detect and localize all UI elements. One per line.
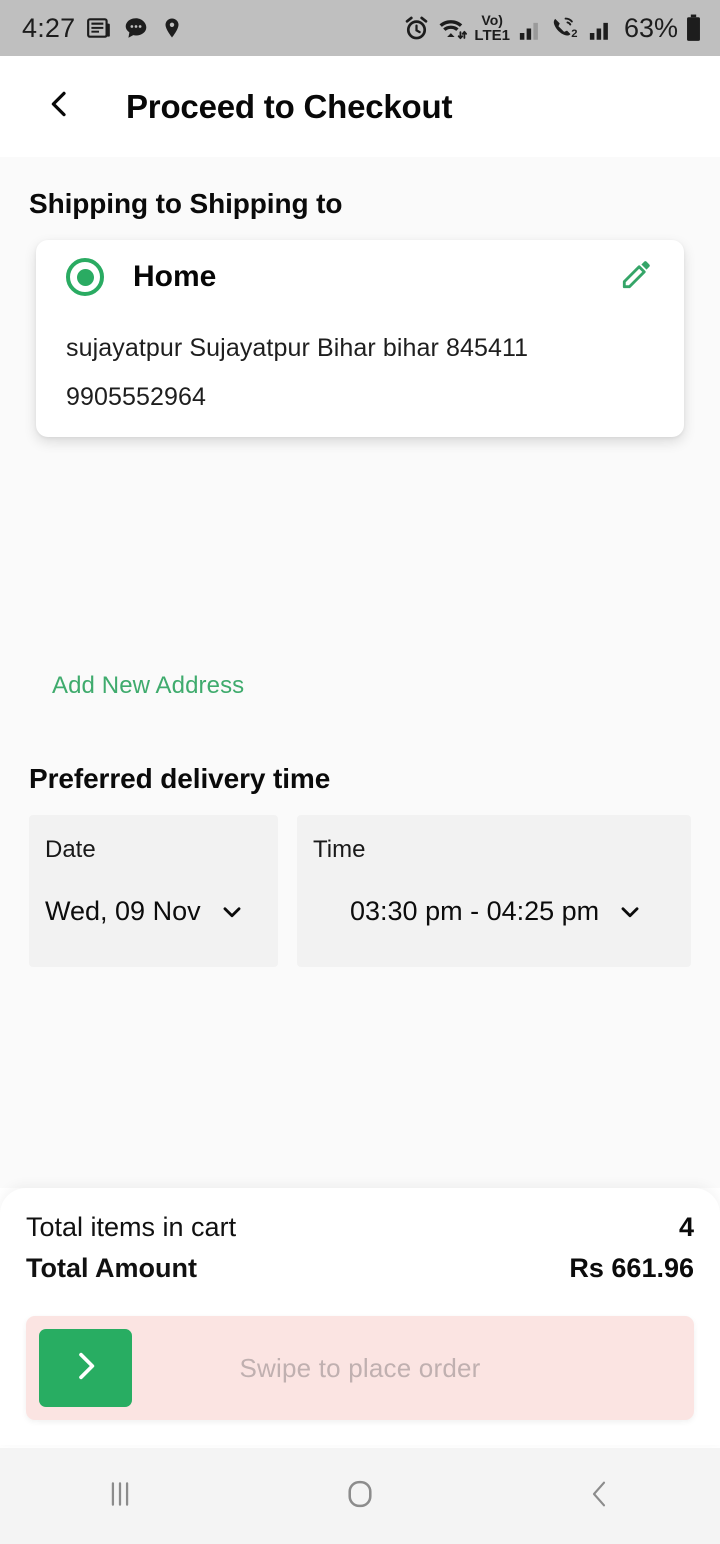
total-amount-value: Rs 661.96 [569, 1253, 694, 1283]
volte-label: Vo) [481, 12, 503, 28]
swipe-to-place-order[interactable]: Swipe to place order [26, 1316, 694, 1420]
status-bar-left: 4:27 [22, 13, 184, 44]
call-sim2-icon: 2 [550, 15, 580, 42]
battery-percent-label: 63% [623, 12, 678, 43]
svg-text:2: 2 [571, 27, 577, 39]
date-selector[interactable]: Date Wed, 09 Nov [29, 815, 278, 967]
time-value: 03:30 pm - 04:25 pm [350, 896, 600, 926]
time-selector[interactable]: Time 03:30 pm - 04:25 pm [297, 815, 691, 967]
chevron-right-icon [69, 1347, 103, 1390]
address-card-header: Home [36, 240, 684, 314]
chevron-down-icon[interactable] [219, 899, 245, 925]
add-new-address-link[interactable]: Add New Address [52, 672, 244, 700]
battery-icon [685, 14, 702, 42]
chevron-left-icon [44, 87, 74, 126]
alarm-icon [403, 15, 430, 42]
signal-bars-sim1-icon [517, 15, 543, 42]
news-icon [86, 15, 112, 41]
address-line-1: sujayatpur Sujayatpur Bihar bihar 845411 [66, 334, 529, 362]
time-caption: Time [313, 836, 366, 863]
total-items-row: Total items in cart 4 [26, 1212, 694, 1243]
date-caption: Date [45, 836, 96, 863]
wifi-icon [437, 15, 468, 42]
delivery-selectors: Date Wed, 09 Nov Time 03:30 pm - 04:25 p… [29, 815, 691, 967]
date-value-row: Wed, 09 Nov [45, 896, 245, 927]
back-button[interactable] [38, 86, 80, 128]
chevron-down-icon[interactable] [617, 899, 643, 925]
time-value-row: 03:30 pm - 04:25 pm [350, 896, 643, 927]
address-phone: 9905552964 [66, 383, 207, 411]
home-icon [341, 1475, 379, 1518]
order-summary-panel: Total items in cart 4 Total Amount Rs 66… [0, 1188, 720, 1445]
edit-address-button[interactable] [614, 255, 658, 299]
address-radio-selected-icon[interactable] [66, 258, 104, 296]
page-title: Proceed to Checkout [126, 87, 453, 125]
chat-bubble-icon [123, 15, 149, 41]
signal-bars-sim2-icon [587, 15, 613, 42]
address-card[interactable]: Home sujayatpur Sujayatpur Bihar bihar 8… [36, 240, 684, 437]
checkout-content: Shipping to Shipping to Home sujayatpur … [0, 157, 720, 1188]
date-value: Wed, 09 Nov [45, 896, 201, 926]
recents-icon [103, 1477, 137, 1516]
recents-button[interactable] [0, 1448, 240, 1544]
total-amount-row: Total Amount Rs 661.96 [26, 1253, 694, 1284]
status-bar-right: Vo) LTE1 2 63% [403, 13, 702, 44]
shipping-section-title: Shipping to Shipping to [29, 188, 343, 219]
status-bar-clock: 4:27 [22, 12, 76, 43]
location-pin-icon [160, 15, 184, 41]
nav-back-button[interactable] [480, 1448, 720, 1544]
total-items-value: 4 [678, 1212, 694, 1242]
address-label: Home [133, 260, 217, 293]
android-navigation-bar [0, 1448, 720, 1544]
total-items-label: Total items in cart [26, 1212, 237, 1242]
delivery-section-title: Preferred delivery time [29, 763, 331, 794]
app-header: Proceed to Checkout [0, 56, 720, 157]
radio-inner-dot [76, 268, 94, 286]
status-bar: 4:27 Vo) LTE1 2 63% [0, 0, 720, 56]
total-amount-label: Total Amount [26, 1253, 197, 1283]
swipe-thumb-handle[interactable] [39, 1329, 132, 1407]
home-button[interactable] [240, 1448, 480, 1544]
pencil-icon [618, 257, 654, 298]
back-icon [584, 1476, 616, 1517]
volte-lte1-icon: Vo) LTE1 [474, 13, 510, 43]
lte1-label: LTE1 [474, 27, 510, 44]
